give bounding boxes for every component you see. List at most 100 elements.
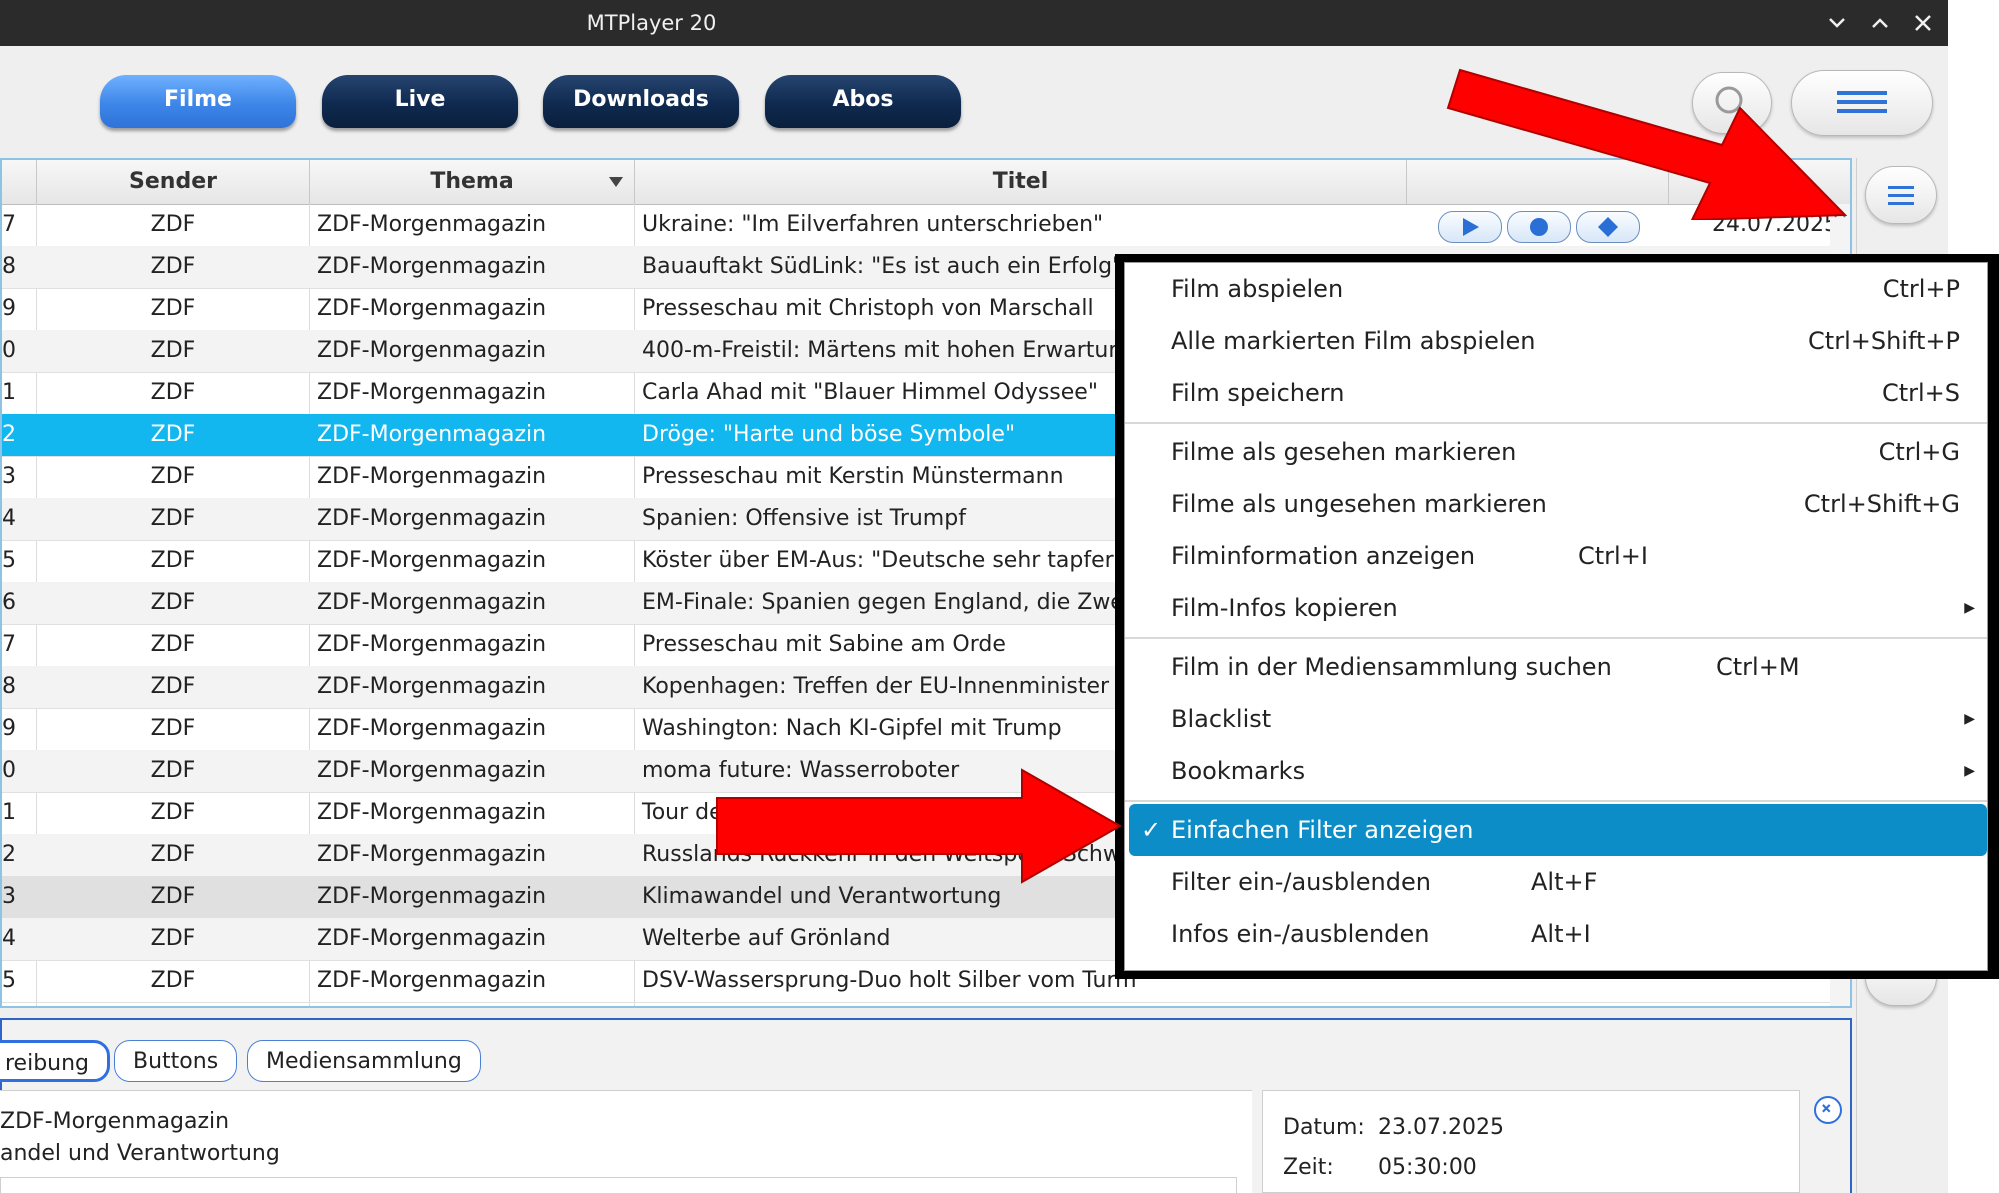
tab-buttons[interactable]: Buttons [114, 1040, 238, 1082]
menu-item-label: Film speichern [1171, 379, 1345, 407]
menu-item-label: Einfachen Filter anzeigen [1171, 816, 1474, 844]
row-number: 8 [2, 254, 16, 279]
nav-downloads-button[interactable]: Downloads [543, 75, 739, 128]
submenu-arrow-icon: ▶ [1964, 763, 1975, 779]
row-thema: ZDF-Morgenmagazin [317, 380, 547, 405]
row-number: 1 [2, 380, 16, 405]
window-title: MTPlayer 20 [586, 11, 717, 35]
nav-live-button[interactable]: Live [322, 75, 518, 128]
row-thema: ZDF-Morgenmagazin [317, 632, 547, 657]
submenu-arrow-icon: ▶ [1964, 711, 1975, 727]
menu-item-label: Film-Infos kopieren [1171, 594, 1398, 622]
description-line-2: andel und Verantwortung [0, 1141, 280, 1166]
column-header-nr[interactable] [2, 160, 37, 204]
menu-lines-icon [1888, 186, 1914, 205]
row-sender: ZDF [150, 548, 196, 573]
row-thema: ZDF-Morgenmagazin [317, 212, 547, 237]
menu-item-film-speichern[interactable]: Film speichern Ctrl+S [1125, 367, 1987, 419]
row-number: 4 [2, 506, 16, 531]
menu-item-einfachen-filter-anzeigen[interactable]: ✓ Einfachen Filter anzeigen [1129, 804, 1987, 856]
context-menu: Film abspielen Ctrl+P Alle markierten Fi… [1124, 262, 1988, 971]
row-sender: ZDF [150, 758, 196, 783]
menu-item-bookmarks[interactable]: Bookmarks ▶ [1125, 745, 1987, 797]
zeit-label: Zeit: [1283, 1155, 1334, 1180]
menu-item-film-abspielen[interactable]: Film abspielen Ctrl+P [1125, 263, 1987, 315]
close-icon[interactable] [1908, 8, 1938, 38]
row-sender: ZDF [150, 464, 196, 489]
column-header-thema[interactable]: Thema [310, 160, 635, 204]
maximize-icon[interactable] [1865, 8, 1895, 38]
row-titel: Ukraine: "Im Eilverfahren unterschrieben… [642, 212, 1104, 237]
row-sender: ZDF [150, 800, 196, 825]
description-text-area[interactable] [0, 1177, 1237, 1193]
row-number: 5 [2, 968, 16, 993]
column-header-sender[interactable]: Sender [37, 160, 310, 204]
menu-item-label: Film in der Mediensammlung suchen [1171, 653, 1612, 681]
row-sender: ZDF [150, 968, 196, 993]
table-menu-button[interactable] [1865, 166, 1937, 224]
menu-item-shortcut: Ctrl+Shift+P [1808, 327, 1960, 355]
row-number: 8 [2, 674, 16, 699]
row-thema: ZDF-Morgenmagazin [317, 800, 547, 825]
row-thema: ZDF-Morgenmagazin [317, 716, 547, 741]
row-sender: ZDF [150, 212, 196, 237]
row-number: 0 [2, 338, 16, 363]
row-number: 1 [2, 800, 16, 825]
row-thema: ZDF-Morgenmagazin [317, 422, 547, 447]
row-thema: ZDF-Morgenmagazin [317, 548, 547, 573]
row-number: 6 [2, 590, 16, 615]
tab-mediensammlung[interactable]: Mediensammlung [247, 1040, 481, 1082]
row-number: 0 [2, 758, 16, 783]
row-sender: ZDF [150, 632, 196, 657]
row-sender: ZDF [150, 254, 196, 279]
close-details-button[interactable] [1814, 1096, 1842, 1124]
nav-abos-button[interactable]: Abos [765, 75, 961, 128]
checkmark-icon: ✓ [1141, 816, 1162, 844]
menu-item-shortcut: Alt+F [1531, 868, 1598, 896]
menu-item-label: Blacklist [1171, 705, 1272, 733]
row-number: 2 [2, 842, 16, 867]
menu-item-film-infos-kopieren[interactable]: Film-Infos kopieren ▶ [1125, 582, 1987, 634]
menu-item-filminformation-anzeigen[interactable]: Filminformation anzeigen Ctrl+I [1125, 530, 1987, 582]
row-number: 3 [2, 464, 16, 489]
row-thema: ZDF-Morgenmagazin [317, 296, 547, 321]
menu-separator [1125, 422, 1987, 424]
tab-beschreibung[interactable]: reibung [0, 1040, 111, 1082]
row-thema: ZDF-Morgenmagazin [317, 674, 547, 699]
menu-item-shortcut: Ctrl+M [1716, 653, 1800, 681]
menu-item-blacklist[interactable]: Blacklist ▶ [1125, 693, 1987, 745]
row-sender: ZDF [150, 716, 196, 741]
menu-item-in-mediensammlung-suchen[interactable]: Film in der Mediensammlung suchen Ctrl+M [1125, 641, 1987, 693]
menu-item-shortcut: Ctrl+P [1882, 275, 1960, 303]
row-sender: ZDF [150, 590, 196, 615]
row-sender: ZDF [150, 338, 196, 363]
nav-filme-button[interactable]: Filme [100, 75, 296, 128]
row-number: 7 [2, 632, 16, 657]
minimize-icon[interactable] [1822, 8, 1852, 38]
column-header-titel[interactable]: Titel [635, 160, 1407, 204]
menu-item-alle-markierten-abspielen[interactable]: Alle markierten Film abspielen Ctrl+Shif… [1125, 315, 1987, 367]
film-info-panel: Datum: 23.07.2025 Zeit: 05:30:00 [1262, 1090, 1800, 1193]
column-header-thema-label: Thema [430, 169, 514, 194]
datum-label: Datum: [1283, 1115, 1365, 1140]
row-sender: ZDF [150, 296, 196, 321]
menu-item-label: Alle markierten Film abspielen [1171, 327, 1536, 355]
description-line-1: ZDF-Morgenmagazin [0, 1109, 230, 1134]
menu-item-shortcut: Alt+I [1531, 920, 1591, 948]
row-sender: ZDF [150, 884, 196, 909]
row-thema: ZDF-Morgenmagazin [317, 464, 547, 489]
row-number: 3 [2, 884, 16, 909]
menu-item-als-gesehen-markieren[interactable]: Filme als gesehen markieren Ctrl+G [1125, 426, 1987, 478]
row-number: 9 [2, 716, 16, 741]
menu-item-als-ungesehen-markieren[interactable]: Filme als ungesehen markieren Ctrl+Shift… [1125, 478, 1987, 530]
menu-item-infos-ein-ausblenden[interactable]: Infos ein-/ausblenden Alt+I [1125, 908, 1987, 960]
row-number: 2 [2, 422, 16, 447]
row-sender: ZDF [150, 380, 196, 405]
row-thema: ZDF-Morgenmagazin [317, 506, 547, 531]
menu-item-filter-ein-ausblenden[interactable]: Filter ein-/ausblenden Alt+F [1125, 856, 1987, 908]
row-sender: ZDF [150, 674, 196, 699]
menu-item-shortcut: Ctrl+Shift+G [1803, 490, 1960, 518]
row-thema: ZDF-Morgenmagazin [317, 254, 547, 279]
row-sender: ZDF [150, 422, 196, 447]
red-arrow-icon [1446, 68, 1848, 220]
